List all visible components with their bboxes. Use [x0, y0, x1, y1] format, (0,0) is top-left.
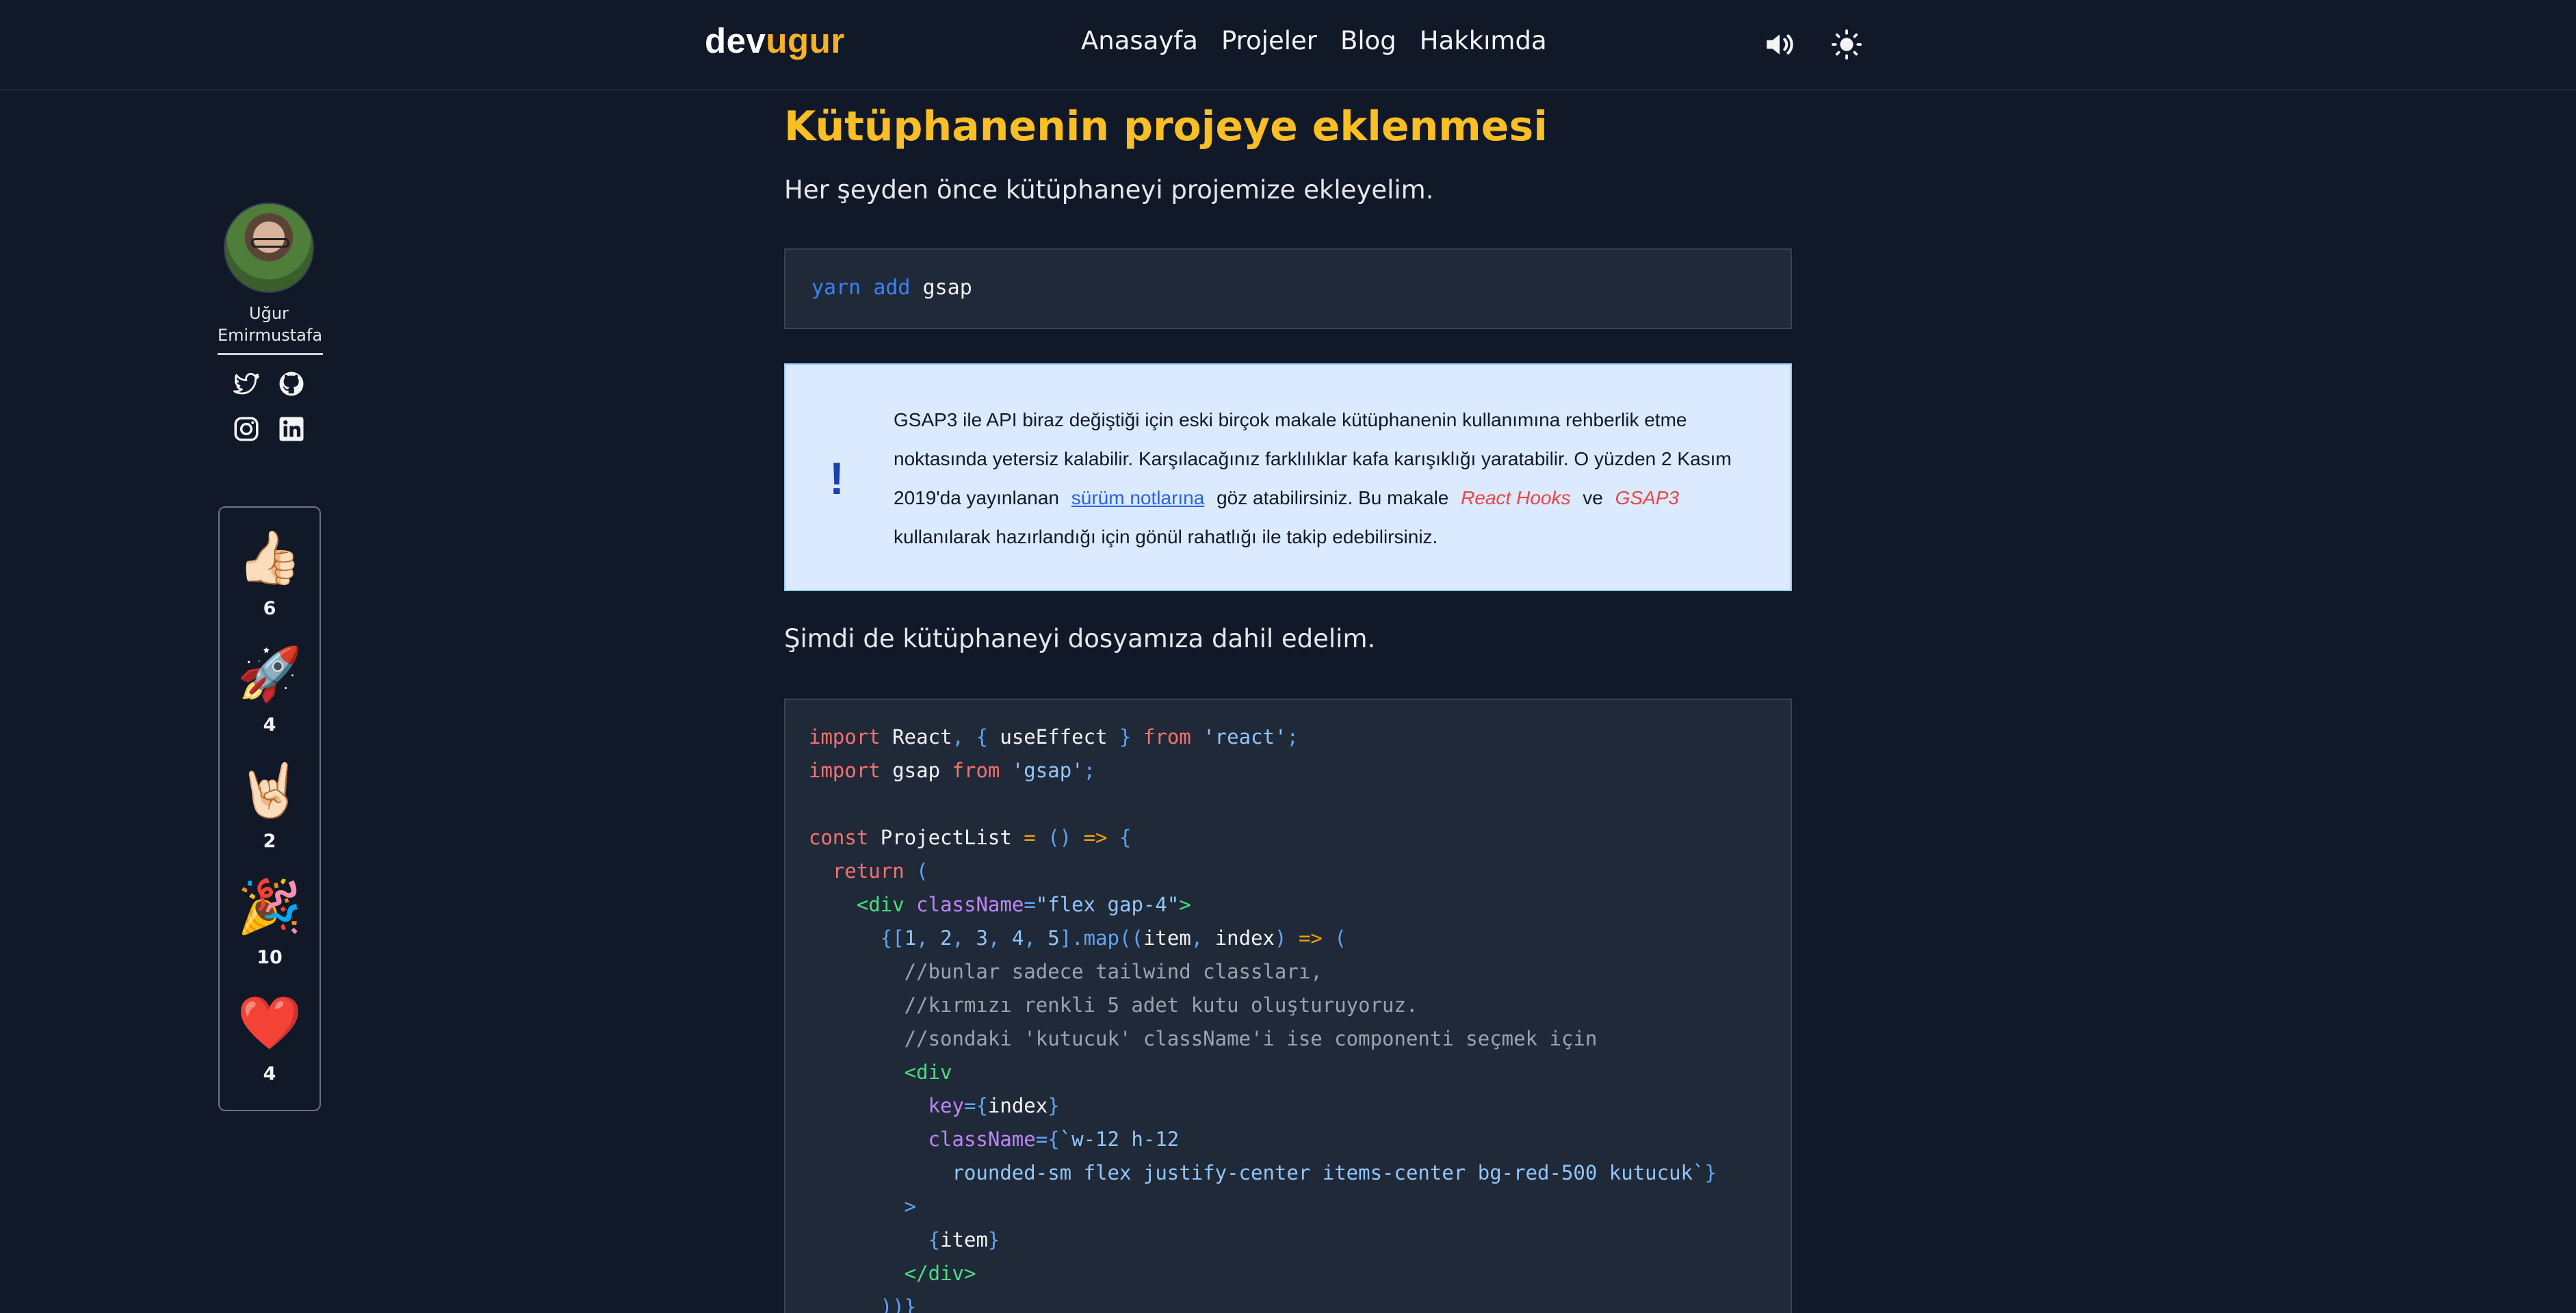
- code-line: <div className="flex gap-4">: [809, 893, 1191, 916]
- instagram-icon[interactable]: [230, 413, 263, 445]
- exclamation-icon: !: [829, 453, 844, 504]
- linkedin-icon[interactable]: [275, 413, 308, 445]
- callout-emphasis: React Hooks: [1461, 487, 1571, 508]
- heart-icon: ❤️: [237, 992, 302, 1053]
- callout-text-part: ve: [1583, 487, 1603, 508]
- reaction-thumbs-up[interactable]: 👍🏻 6: [237, 527, 302, 643]
- rock-hand-icon: 🤘🏻: [237, 759, 302, 820]
- reaction-party[interactable]: 🎉 10: [237, 876, 302, 992]
- github-icon[interactable]: [275, 367, 308, 400]
- party-popper-icon: 🎉: [237, 876, 302, 937]
- release-notes-link[interactable]: sürüm notlarına: [1071, 487, 1205, 508]
- nav-home[interactable]: Anasayfa: [1081, 26, 1198, 55]
- code-line: //bunlar sadece tailwind classları,: [809, 960, 1323, 983]
- site-logo[interactable]: devugur: [705, 21, 845, 61]
- reaction-heart[interactable]: ❤️ 4: [237, 992, 302, 1108]
- code-line: key={index}: [809, 1094, 1060, 1117]
- callout-text-part: göz atabilirsiniz. Bu makale: [1217, 487, 1449, 508]
- reaction-count: 4: [263, 714, 276, 736]
- code-line: const ProjectList = () => {: [809, 826, 1132, 849]
- react-code-block[interactable]: import React, { useEffect } from 'react'…: [784, 699, 1792, 1313]
- nav-projects[interactable]: Projeler: [1221, 26, 1317, 55]
- reaction-count: 6: [263, 598, 276, 619]
- speaker-icon[interactable]: [1760, 25, 1799, 64]
- site-header: devugur Anasayfa Projeler Blog Hakkımda: [0, 0, 2576, 90]
- callout-emphasis: GSAP3: [1615, 487, 1679, 508]
- rocket-icon: 🚀: [237, 643, 302, 704]
- divider: [218, 353, 323, 355]
- thumbs-up-icon: 👍🏻: [237, 527, 302, 588]
- code-line: import React, { useEffect } from 'react'…: [809, 725, 1299, 749]
- nav-blog[interactable]: Blog: [1340, 26, 1396, 55]
- code-line: import gsap from 'gsap';: [809, 759, 1096, 782]
- code-line: </div>: [809, 1262, 976, 1285]
- code-line: className={`w-12 h-12: [809, 1128, 1180, 1151]
- avatar: [224, 203, 314, 293]
- logo-text: dev: [705, 21, 766, 60]
- code-line: {[1, 2, 3, 4, 5].map((item, index) => (: [809, 926, 1346, 950]
- author-card: Uğur Emirmustafa: [218, 203, 323, 445]
- main-nav: Anasayfa Projeler Blog Hakkımda: [1081, 26, 1547, 55]
- code-token: gsap: [922, 276, 972, 300]
- warning-callout: ! GSAP3 ile API biraz değiştiği için esk…: [784, 363, 1792, 591]
- logo-accent-text: ugur: [766, 21, 845, 60]
- code-line: //kırmızı renkli 5 adet kutu oluşturuyor…: [809, 993, 1418, 1017]
- sun-icon[interactable]: [1827, 25, 1866, 64]
- author-last-name: Emirmustafa: [218, 326, 323, 345]
- nav-about[interactable]: Hakkımda: [1420, 26, 1547, 55]
- twitter-icon[interactable]: [230, 367, 263, 400]
- install-code-block[interactable]: yarn add gsap: [784, 248, 1792, 329]
- code-line: >: [809, 1195, 917, 1218]
- reaction-count: 4: [263, 1063, 276, 1084]
- reaction-rock-hand[interactable]: 🤘🏻 2: [237, 759, 302, 876]
- code-line: {item}: [809, 1228, 1000, 1251]
- code-token: add: [873, 276, 911, 300]
- callout-text-part: kullanılarak hazırlandığı için gönül rah…: [894, 526, 1438, 547]
- code-token: yarn: [811, 276, 861, 300]
- code-line: return (: [809, 859, 928, 883]
- reactions-panel: 👍🏻 6 🚀 4 🤘🏻 2 🎉 10 ❤️ 4: [218, 506, 321, 1111]
- code-line: //sondaki 'kutucuk' className'i ise comp…: [809, 1027, 1598, 1050]
- author-first-name: Uğur: [249, 304, 289, 323]
- author-name: Uğur Emirmustafa: [218, 302, 323, 346]
- second-paragraph: Şimdi de kütüphaneyi dosyamıza dahil ede…: [784, 624, 1376, 653]
- reaction-count: 10: [257, 947, 283, 968]
- callout-text: GSAP3 ile API biraz değiştiği için eski …: [894, 400, 1776, 556]
- code-line: ))}: [809, 1295, 917, 1313]
- section-heading: Kütüphanenin projeye eklenmesi: [784, 103, 1548, 151]
- reaction-count: 2: [263, 831, 276, 852]
- intro-paragraph: Her şeyden önce kütüphaneyi projemize ek…: [784, 175, 1434, 205]
- code-line: <div: [809, 1061, 952, 1084]
- social-links: [218, 367, 320, 445]
- reaction-rocket[interactable]: 🚀 4: [237, 643, 302, 759]
- code-line: rounded-sm flex justify-center items-cen…: [809, 1161, 1717, 1184]
